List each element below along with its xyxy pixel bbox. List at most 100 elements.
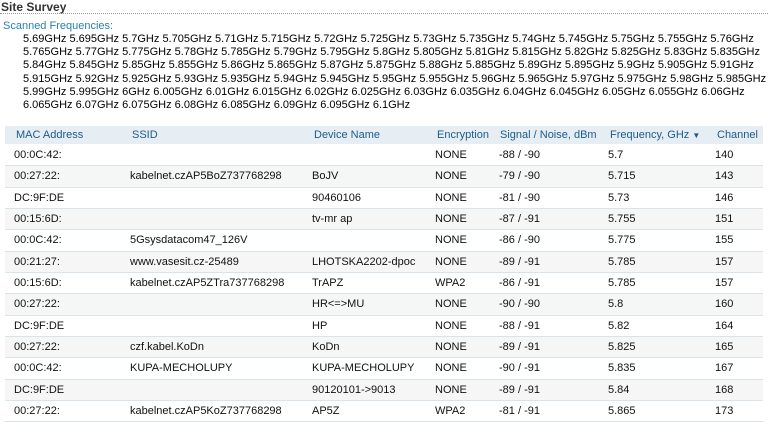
- scanned-frequency: 6.035GHz: [450, 85, 501, 98]
- table-row[interactable]: DC:9F:DE 90460106 NONE -81 / -90 5.73 146: [5, 188, 763, 210]
- encryption-cell: NONE: [435, 362, 467, 375]
- signal-noise-cell: -79 / -90: [499, 170, 540, 183]
- scanned-frequency: 6.08GHz: [174, 99, 219, 112]
- table-row[interactable]: 00:0C:42: KUPA-MECHOLUPY KUPA-MECHOLUPY NON…: [5, 358, 763, 380]
- scanned-frequency: 6.02GHz: [304, 85, 349, 98]
- table-row[interactable]: 00:0C:42: NONE -88 / -90 5.7 140: [5, 145, 763, 167]
- scanned-frequency: 5.92GHz: [75, 72, 120, 85]
- scanned-frequency: 5.88GHz: [419, 59, 463, 72]
- signal-noise-cell: -88 / -90: [499, 149, 540, 161]
- scanned-frequency: 5.765GHz: [23, 46, 73, 59]
- table-row[interactable]: 00:27:22: kabelnet.czAP5BoZ737768298 BoJV N…: [5, 166, 763, 188]
- table-row[interactable]: 00:0C:42: 5Gsysdatacom47_126V NONE -86 / -9…: [5, 230, 763, 252]
- signal-noise-cell: -89 / -91: [499, 341, 540, 354]
- device-name-cell: HR<=>MU: [312, 298, 365, 311]
- mac-cell: 00:0C:42:: [14, 149, 62, 161]
- encryption-cell: NONE: [435, 298, 467, 311]
- scanned-frequency: 6.025GHz: [351, 85, 401, 98]
- scanned-frequency: 5.975GHz: [617, 72, 667, 85]
- column-header-device-name[interactable]: Device Name: [314, 128, 434, 142]
- channel-cell: 140: [715, 149, 734, 161]
- device-name-cell: 90120101->9013: [312, 383, 396, 396]
- column-header-signal-noise[interactable]: Signal / Noise, dBm: [500, 128, 597, 142]
- scanned-frequency: 5.71GHz: [215, 33, 259, 45]
- scanned-frequency: 5.9GHz: [617, 59, 655, 72]
- scanned-frequency: 5.905GHz: [657, 59, 708, 72]
- table-row[interactable]: DC:9F:DE 90120101->9013 NONE -89 / -91 5.84 1…: [5, 379, 763, 402]
- scanned-frequency: 5.75GHz: [611, 33, 655, 45]
- table-row[interactable]: 00:27:22: HR<=>MU NONE -90 / -90 5.8 160: [5, 294, 763, 316]
- scanned-frequency: 5.8GHz: [372, 46, 411, 59]
- signal-noise-cell: -89 / -91: [499, 383, 540, 396]
- channel-cell: 165: [715, 341, 734, 354]
- frequency-cell: 5.835: [608, 362, 636, 375]
- frequency-cell: 5.755: [608, 213, 636, 226]
- scanned-frequency: 6.075GHz: [122, 99, 172, 112]
- ssid-cell: www.vasesit.cz-25489: [130, 255, 239, 268]
- scanned-frequency: 6.07GHz: [75, 99, 120, 112]
- mac-cell: DC:9F:DE: [14, 383, 65, 396]
- scanned-frequency: 5.89GHz: [518, 59, 562, 72]
- ssid-cell: kabelnet.czAP5ZTra737768298: [130, 277, 285, 290]
- scanned-frequency: 5.695GHz: [69, 33, 120, 45]
- scanned-frequencies-list: 5.69GHz 5.695GHz 5.7GHz 5.705GHz 5.71GHz…: [23, 33, 767, 112]
- scanned-frequency: 5.855GHz: [168, 59, 219, 72]
- scanned-frequency: 6.09GHz: [273, 99, 318, 112]
- table-row[interactable]: 00:15:6D: tv-mr ap NONE -87 / -91 5.755 151: [5, 209, 763, 231]
- scanned-frequency: 6.045GHz: [549, 85, 600, 98]
- mac-cell: 00:27:22:: [14, 170, 60, 183]
- mac-cell: 00:21:27:: [14, 255, 60, 268]
- scanned-frequency: 5.845GHz: [69, 59, 120, 72]
- scanned-frequency: 5.95GHz: [372, 72, 417, 85]
- scanned-frequency: 5.99GHz: [23, 85, 67, 98]
- signal-noise-cell: -86 / -90: [499, 234, 540, 247]
- mac-cell: 00:27:22:: [14, 341, 60, 354]
- device-name-cell: KoDn: [312, 341, 340, 354]
- mac-cell: 00:0C:42:: [14, 234, 62, 247]
- signal-noise-cell: -89 / -91: [499, 255, 540, 268]
- encryption-cell: WPA2: [435, 277, 466, 290]
- channel-cell: 173: [715, 405, 734, 418]
- sort-descending-icon[interactable]: ▼: [692, 131, 700, 140]
- scanned-frequency: 5.725GHz: [360, 33, 411, 45]
- table-row[interactable]: 00:27:22: kabelnet.czAP5KoZ737768298 AP5Z W…: [5, 401, 763, 423]
- device-name-cell: TrAPZ: [312, 277, 344, 290]
- mac-cell: 00:27:22:: [14, 405, 60, 418]
- scanned-frequency: 6.065GHz: [23, 99, 73, 112]
- scanned-frequency: 5.955GHz: [419, 72, 469, 85]
- column-header-mac[interactable]: MAC Address: [16, 128, 92, 142]
- scanned-frequency: 5.985GHz: [716, 72, 767, 85]
- scanned-frequency: 5.925GHz: [122, 72, 172, 85]
- scanned-frequency: 5.87GHz: [320, 59, 364, 72]
- scanned-frequency: 5.77GHz: [75, 46, 120, 59]
- page-title: Site Survey: [0, 0, 768, 14]
- table-row[interactable]: DC:9F:DE HP NONE -88 / -91 5.82 164: [5, 316, 763, 338]
- channel-cell: 157: [715, 255, 734, 268]
- column-header-ssid[interactable]: SSID: [132, 128, 307, 142]
- table-row[interactable]: 00:27:22: czf.kabel.KoDn KoDn NONE -89 / -91…: [5, 337, 763, 359]
- channel-cell: 157: [715, 277, 734, 290]
- frequency-cell: 5.7: [608, 149, 624, 161]
- scanned-frequency: 5.82GHz: [564, 46, 609, 59]
- scanned-frequency: 6GHz: [122, 85, 151, 98]
- scanned-frequency: 5.83GHz: [663, 46, 708, 59]
- column-header-encryption[interactable]: Encryption: [437, 128, 489, 142]
- scanned-frequency: 6.015GHz: [252, 85, 302, 98]
- scanned-frequency: 5.775GHz: [122, 46, 172, 59]
- channel-cell: 155: [715, 234, 734, 247]
- encryption-cell: NONE: [435, 383, 467, 396]
- channel-cell: 143: [715, 170, 734, 183]
- scanned-frequency: 5.935GHz: [221, 72, 271, 85]
- frequency-cell: 5.825: [608, 341, 636, 354]
- column-header-frequency[interactable]: Frequency, GHz ▼: [610, 128, 700, 143]
- channel-cell: 151: [715, 213, 734, 226]
- table-row[interactable]: 00:21:27: www.vasesit.cz-25489 LHOTSKA2202…: [5, 251, 763, 274]
- scanned-frequency: 5.865GHz: [267, 59, 318, 72]
- scanned-frequency: 5.965GHz: [518, 72, 568, 85]
- encryption-cell: NONE: [435, 191, 467, 204]
- scanned-frequency: 5.885GHz: [465, 59, 516, 72]
- column-header-channel[interactable]: Channel: [717, 128, 758, 142]
- scanned-frequency: 5.945GHz: [320, 72, 370, 85]
- mac-cell: 00:15:6D:: [14, 213, 62, 226]
- table-row[interactable]: 00:15:6D: kabelnet.czAP5ZTra737768298 TrAP…: [5, 273, 763, 295]
